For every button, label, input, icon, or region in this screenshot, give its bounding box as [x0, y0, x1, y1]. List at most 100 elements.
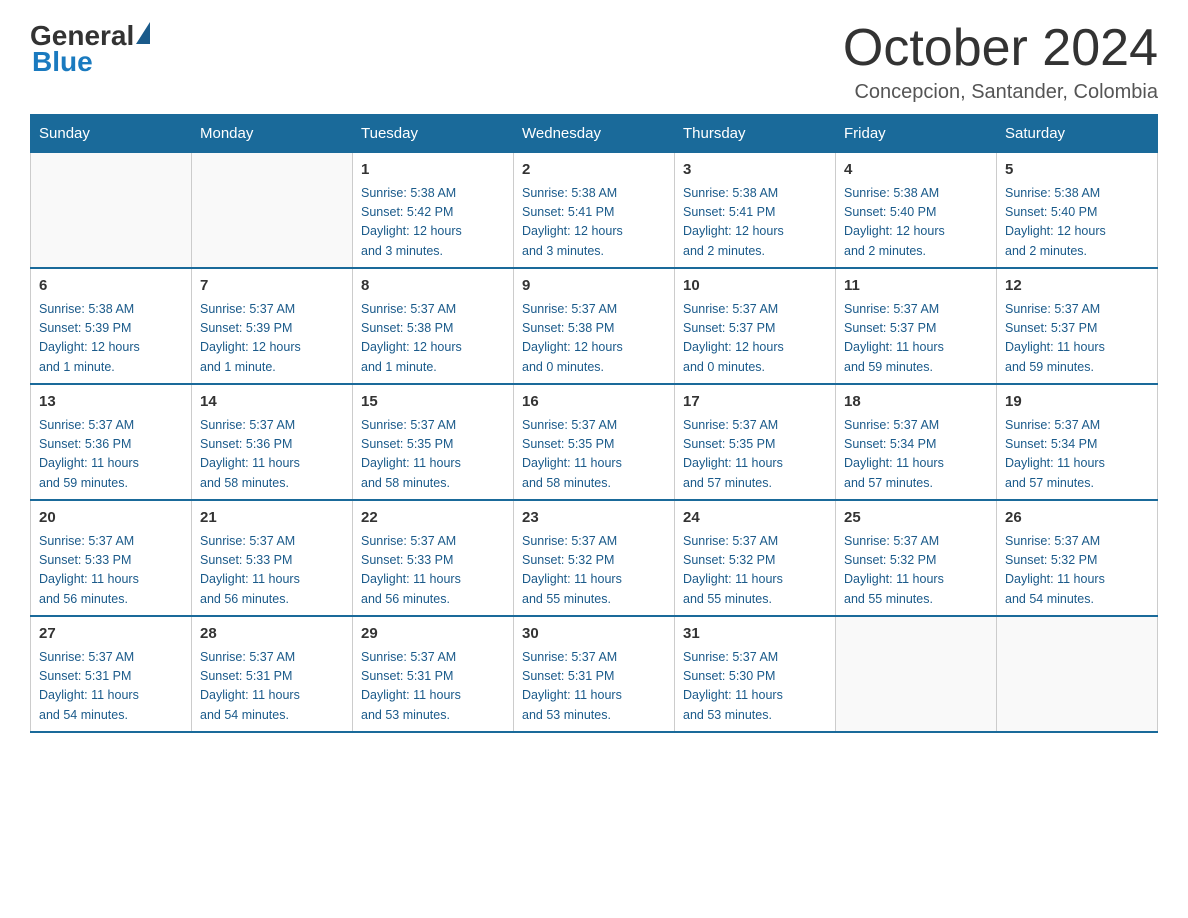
calendar-cell: 8Sunrise: 5:37 AM Sunset: 5:38 PM Daylig… [353, 268, 514, 384]
calendar-cell: 5Sunrise: 5:38 AM Sunset: 5:40 PM Daylig… [997, 153, 1158, 269]
day-number: 31 [683, 623, 827, 646]
calendar-cell: 20Sunrise: 5:37 AM Sunset: 5:33 PM Dayli… [31, 500, 192, 616]
day-number: 24 [683, 507, 827, 530]
day-number: 23 [522, 507, 666, 530]
calendar-cell: 15Sunrise: 5:37 AM Sunset: 5:35 PM Dayli… [353, 384, 514, 500]
day-info: Sunrise: 5:37 AM Sunset: 5:38 PM Dayligh… [361, 300, 505, 378]
calendar-cell: 7Sunrise: 5:37 AM Sunset: 5:39 PM Daylig… [192, 268, 353, 384]
day-info: Sunrise: 5:37 AM Sunset: 5:31 PM Dayligh… [39, 648, 183, 726]
page-header: General Blue October 2024 Concepcion, Sa… [30, 20, 1158, 104]
day-number: 26 [1005, 507, 1149, 530]
title-block: October 2024 Concepcion, Santander, Colo… [843, 20, 1158, 104]
weekday-header-saturday: Saturday [997, 115, 1158, 153]
day-info: Sunrise: 5:38 AM Sunset: 5:42 PM Dayligh… [361, 184, 505, 262]
day-info: Sunrise: 5:37 AM Sunset: 5:32 PM Dayligh… [844, 532, 988, 610]
calendar-cell [31, 153, 192, 269]
day-info: Sunrise: 5:37 AM Sunset: 5:31 PM Dayligh… [522, 648, 666, 726]
day-number: 22 [361, 507, 505, 530]
calendar-cell: 12Sunrise: 5:37 AM Sunset: 5:37 PM Dayli… [997, 268, 1158, 384]
day-number: 19 [1005, 391, 1149, 414]
page-title: October 2024 [843, 20, 1158, 77]
day-info: Sunrise: 5:38 AM Sunset: 5:41 PM Dayligh… [683, 184, 827, 262]
day-number: 5 [1005, 159, 1149, 182]
calendar-cell: 4Sunrise: 5:38 AM Sunset: 5:40 PM Daylig… [836, 153, 997, 269]
calendar-cell: 9Sunrise: 5:37 AM Sunset: 5:38 PM Daylig… [514, 268, 675, 384]
calendar-cell [836, 616, 997, 732]
weekday-header-wednesday: Wednesday [514, 115, 675, 153]
calendar-cell: 1Sunrise: 5:38 AM Sunset: 5:42 PM Daylig… [353, 153, 514, 269]
day-info: Sunrise: 5:37 AM Sunset: 5:33 PM Dayligh… [361, 532, 505, 610]
calendar-week-3: 13Sunrise: 5:37 AM Sunset: 5:36 PM Dayli… [31, 384, 1158, 500]
day-info: Sunrise: 5:37 AM Sunset: 5:32 PM Dayligh… [1005, 532, 1149, 610]
calendar-week-5: 27Sunrise: 5:37 AM Sunset: 5:31 PM Dayli… [31, 616, 1158, 732]
calendar-cell: 28Sunrise: 5:37 AM Sunset: 5:31 PM Dayli… [192, 616, 353, 732]
weekday-header-thursday: Thursday [675, 115, 836, 153]
day-info: Sunrise: 5:37 AM Sunset: 5:37 PM Dayligh… [683, 300, 827, 378]
calendar-body: 1Sunrise: 5:38 AM Sunset: 5:42 PM Daylig… [31, 153, 1158, 733]
day-info: Sunrise: 5:37 AM Sunset: 5:35 PM Dayligh… [683, 416, 827, 494]
day-number: 8 [361, 275, 505, 298]
day-number: 13 [39, 391, 183, 414]
calendar-cell: 6Sunrise: 5:38 AM Sunset: 5:39 PM Daylig… [31, 268, 192, 384]
logo-blue-text: Blue [32, 46, 93, 78]
calendar-cell: 30Sunrise: 5:37 AM Sunset: 5:31 PM Dayli… [514, 616, 675, 732]
calendar-cell: 29Sunrise: 5:37 AM Sunset: 5:31 PM Dayli… [353, 616, 514, 732]
calendar-cell: 22Sunrise: 5:37 AM Sunset: 5:33 PM Dayli… [353, 500, 514, 616]
day-info: Sunrise: 5:37 AM Sunset: 5:32 PM Dayligh… [522, 532, 666, 610]
day-number: 2 [522, 159, 666, 182]
day-info: Sunrise: 5:37 AM Sunset: 5:34 PM Dayligh… [844, 416, 988, 494]
calendar-cell: 2Sunrise: 5:38 AM Sunset: 5:41 PM Daylig… [514, 153, 675, 269]
day-info: Sunrise: 5:37 AM Sunset: 5:36 PM Dayligh… [200, 416, 344, 494]
day-number: 3 [683, 159, 827, 182]
calendar-week-1: 1Sunrise: 5:38 AM Sunset: 5:42 PM Daylig… [31, 153, 1158, 269]
day-number: 17 [683, 391, 827, 414]
day-info: Sunrise: 5:38 AM Sunset: 5:39 PM Dayligh… [39, 300, 183, 378]
day-number: 18 [844, 391, 988, 414]
day-info: Sunrise: 5:37 AM Sunset: 5:31 PM Dayligh… [361, 648, 505, 726]
logo-triangle-icon [136, 22, 150, 44]
calendar-week-2: 6Sunrise: 5:38 AM Sunset: 5:39 PM Daylig… [31, 268, 1158, 384]
calendar-cell: 23Sunrise: 5:37 AM Sunset: 5:32 PM Dayli… [514, 500, 675, 616]
day-number: 12 [1005, 275, 1149, 298]
calendar-cell: 18Sunrise: 5:37 AM Sunset: 5:34 PM Dayli… [836, 384, 997, 500]
day-info: Sunrise: 5:37 AM Sunset: 5:36 PM Dayligh… [39, 416, 183, 494]
day-number: 1 [361, 159, 505, 182]
calendar-cell: 26Sunrise: 5:37 AM Sunset: 5:32 PM Dayli… [997, 500, 1158, 616]
calendar-week-4: 20Sunrise: 5:37 AM Sunset: 5:33 PM Dayli… [31, 500, 1158, 616]
weekday-header-friday: Friday [836, 115, 997, 153]
calendar-cell: 25Sunrise: 5:37 AM Sunset: 5:32 PM Dayli… [836, 500, 997, 616]
logo: General Blue [30, 20, 150, 78]
day-number: 21 [200, 507, 344, 530]
day-info: Sunrise: 5:37 AM Sunset: 5:35 PM Dayligh… [361, 416, 505, 494]
page-subtitle: Concepcion, Santander, Colombia [843, 81, 1158, 104]
day-number: 7 [200, 275, 344, 298]
calendar-cell: 3Sunrise: 5:38 AM Sunset: 5:41 PM Daylig… [675, 153, 836, 269]
day-number: 30 [522, 623, 666, 646]
day-number: 25 [844, 507, 988, 530]
calendar-cell: 14Sunrise: 5:37 AM Sunset: 5:36 PM Dayli… [192, 384, 353, 500]
calendar-cell: 24Sunrise: 5:37 AM Sunset: 5:32 PM Dayli… [675, 500, 836, 616]
day-info: Sunrise: 5:38 AM Sunset: 5:40 PM Dayligh… [1005, 184, 1149, 262]
day-number: 15 [361, 391, 505, 414]
day-number: 28 [200, 623, 344, 646]
day-info: Sunrise: 5:37 AM Sunset: 5:35 PM Dayligh… [522, 416, 666, 494]
weekday-header-row: SundayMondayTuesdayWednesdayThursdayFrid… [31, 115, 1158, 153]
day-info: Sunrise: 5:37 AM Sunset: 5:32 PM Dayligh… [683, 532, 827, 610]
day-info: Sunrise: 5:37 AM Sunset: 5:37 PM Dayligh… [844, 300, 988, 378]
day-number: 16 [522, 391, 666, 414]
day-number: 14 [200, 391, 344, 414]
calendar-table: SundayMondayTuesdayWednesdayThursdayFrid… [30, 114, 1158, 733]
calendar-cell: 19Sunrise: 5:37 AM Sunset: 5:34 PM Dayli… [997, 384, 1158, 500]
day-number: 29 [361, 623, 505, 646]
calendar-cell [192, 153, 353, 269]
calendar-cell: 11Sunrise: 5:37 AM Sunset: 5:37 PM Dayli… [836, 268, 997, 384]
weekday-header-monday: Monday [192, 115, 353, 153]
day-number: 9 [522, 275, 666, 298]
day-number: 27 [39, 623, 183, 646]
day-info: Sunrise: 5:37 AM Sunset: 5:30 PM Dayligh… [683, 648, 827, 726]
day-info: Sunrise: 5:37 AM Sunset: 5:39 PM Dayligh… [200, 300, 344, 378]
day-info: Sunrise: 5:38 AM Sunset: 5:41 PM Dayligh… [522, 184, 666, 262]
day-info: Sunrise: 5:37 AM Sunset: 5:38 PM Dayligh… [522, 300, 666, 378]
calendar-cell: 27Sunrise: 5:37 AM Sunset: 5:31 PM Dayli… [31, 616, 192, 732]
day-number: 11 [844, 275, 988, 298]
